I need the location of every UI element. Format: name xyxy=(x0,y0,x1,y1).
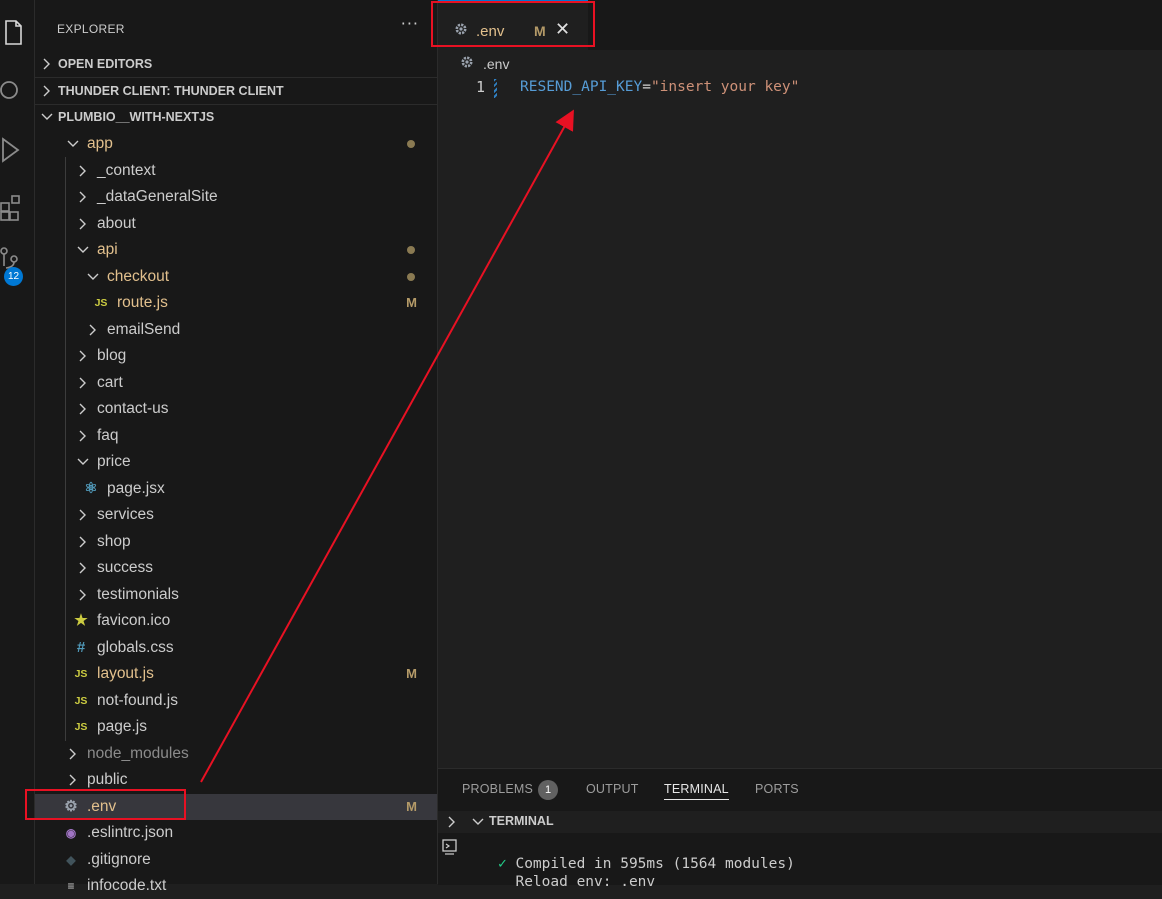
annotation-arrow xyxy=(200,109,574,783)
